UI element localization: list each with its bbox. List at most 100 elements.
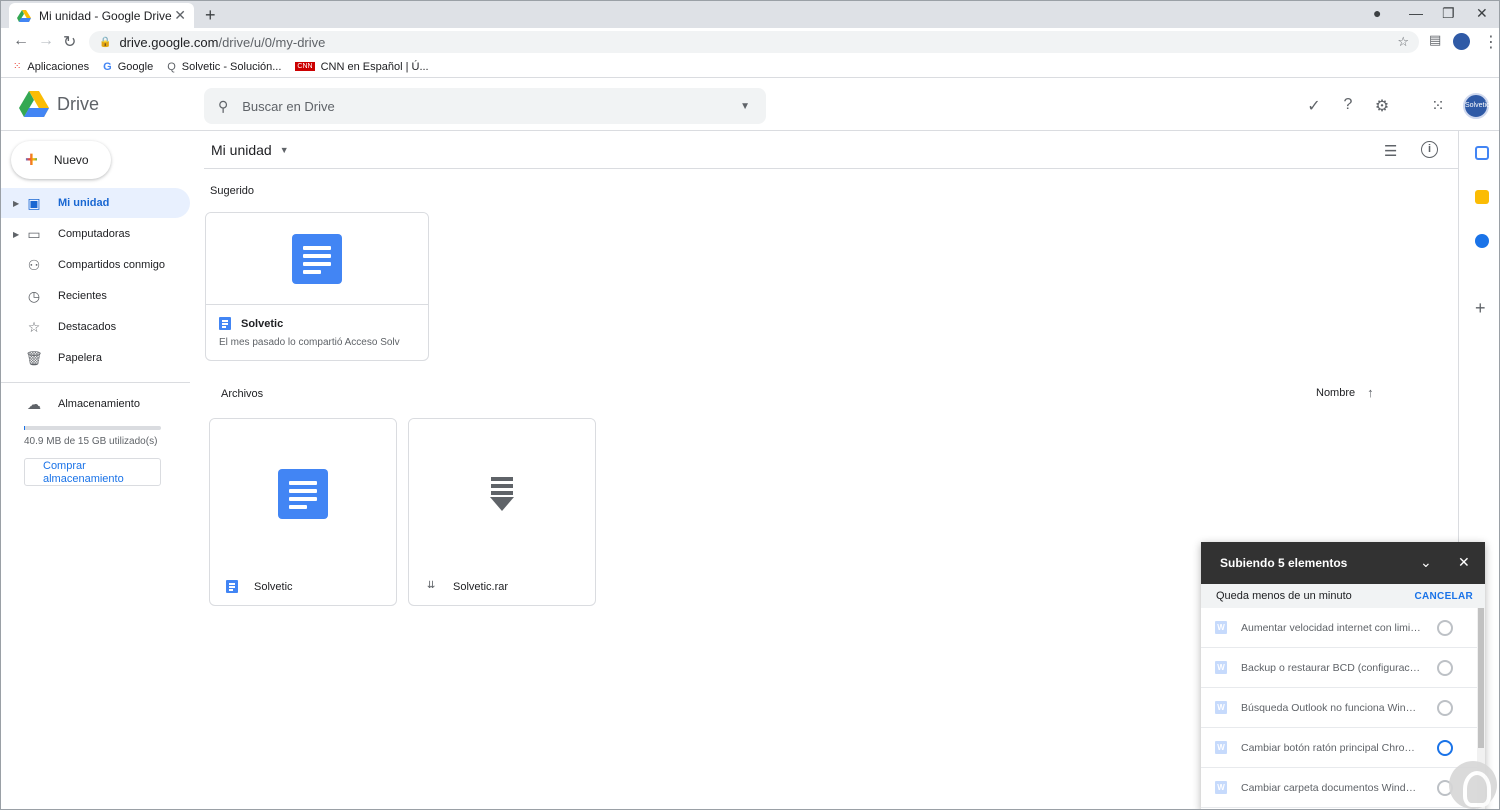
list-view-icon[interactable]: ☰ (1384, 142, 1397, 160)
drive-icon: ▣ (27, 194, 41, 211)
sidebar-item-shared[interactable]: ⚇ Compartidos conmigo (1, 250, 190, 280)
profile-menu-icon[interactable]: ● (1373, 5, 1381, 21)
upload-item[interactable]: W Cambiar botón ratón principal Chrome... (1201, 728, 1485, 768)
suggested-title: Sugerido (210, 185, 255, 197)
expand-caret-icon[interactable]: ▶ (13, 199, 19, 208)
word-doc-icon: W (1215, 661, 1227, 674)
word-doc-icon: W (1215, 701, 1227, 714)
upload-item[interactable]: W Cambiar carpeta documentos Window... (1201, 768, 1485, 808)
clock-icon: ◷ (27, 287, 41, 304)
upload-pending-icon (1437, 659, 1453, 676)
file-card[interactable]: Solvetic (209, 418, 397, 606)
restore-icon[interactable]: ❐ (1442, 5, 1455, 22)
bookmark-solvetic[interactable]: Q Solvetic - Solución... (167, 61, 281, 73)
apps-grid-icon[interactable]: ⁙ (1428, 96, 1448, 116)
sidebar-item-my-drive[interactable]: ▶ ▣ Mi unidad (1, 188, 190, 218)
google-docs-icon (278, 469, 328, 519)
bookmark-label: Google (117, 60, 154, 73)
scrollbar-thumb[interactable] (1478, 608, 1484, 748)
bookmark-apps[interactable]: ⁙ Aplicaciones (13, 61, 89, 73)
search-options-icon[interactable]: ▼ (740, 101, 750, 112)
card-thumbnail (210, 419, 396, 569)
drive-logo[interactable]: Drive (19, 91, 99, 117)
bookmark-label: Solvetic - Solución... (181, 60, 282, 73)
storage-bar-fill (24, 426, 26, 430)
upload-item[interactable]: W Backup o restaurar BCD (configuració... (1201, 648, 1485, 688)
info-icon[interactable]: i (1421, 141, 1438, 158)
page-title: Mi unidad (211, 142, 272, 158)
sidebar-item-label: Recientes (58, 290, 107, 302)
apps-grid-icon: ⁙ (13, 61, 22, 72)
bookmark-google[interactable]: G Google (103, 61, 153, 73)
bookmark-label: CNN en Español | Ú... (320, 60, 429, 73)
close-window-icon[interactable]: ✕ (1476, 5, 1488, 22)
solvetic-icon: Q (167, 60, 176, 73)
new-tab-icon[interactable]: + (205, 5, 216, 26)
word-doc-icon: W (1215, 781, 1227, 794)
chevron-down-icon[interactable]: ⌄ (1420, 554, 1432, 571)
bookmarks-bar: ⁙ Aplicaciones G Google Q Solvetic - Soluci… (1, 56, 1499, 78)
suggested-card[interactable]: Solvetic El mes pasado lo compartió Acce… (205, 212, 429, 361)
close-tab-icon[interactable]: ✕ (174, 7, 186, 24)
upload-pending-icon (1437, 699, 1453, 716)
settings-gear-icon[interactable]: ⚙ (1372, 96, 1392, 116)
upload-item[interactable]: W Búsqueda Outlook no funciona Windo... (1201, 688, 1485, 728)
ready-offline-icon[interactable]: ✓ (1304, 96, 1324, 116)
file-card[interactable]: ⇊ Solvetic.rar (408, 418, 596, 606)
chrome-menu-icon[interactable]: ⋮ (1483, 32, 1499, 52)
forward-icon[interactable]: → (38, 32, 54, 50)
search-icon[interactable]: ⚲ (218, 98, 228, 115)
card-file-name: Solvetic (254, 581, 293, 593)
sidebar-item-label: Compartidos conmigo (58, 259, 165, 271)
browser-tab[interactable]: Mi unidad - Google Drive ✕ (9, 3, 194, 28)
storage-bar (24, 426, 161, 430)
reload-icon[interactable]: ↻ (63, 32, 76, 52)
sidebar-item-storage[interactable]: ☁ Almacenamiento (1, 389, 190, 419)
sidebar-item-label: Almacenamiento (58, 398, 140, 410)
search-box[interactable]: ⚲ Buscar en Drive ▼ (204, 88, 766, 124)
drive-favicon-icon (17, 9, 31, 22)
tasks-icon[interactable] (1475, 234, 1489, 248)
bookmark-cnn[interactable]: CNN CNN en Español | Ú... (295, 60, 429, 73)
new-button[interactable]: + Nuevo (11, 141, 111, 179)
calendar-icon[interactable] (1475, 146, 1489, 160)
computer-icon: ▭ (27, 225, 41, 242)
main-divider (204, 168, 1458, 169)
upload-pending-icon (1437, 619, 1453, 636)
sidebar-item-starred[interactable]: ☆ Destacados (1, 312, 190, 342)
trash-icon: 🗑 (25, 349, 43, 366)
sidebar-item-recent[interactable]: ◷ Recientes (1, 281, 190, 311)
keep-icon[interactable] (1475, 190, 1489, 204)
minimize-icon[interactable]: — (1409, 5, 1423, 21)
account-avatar[interactable]: Solvetic (1463, 93, 1490, 119)
plus-icon: + (25, 147, 38, 172)
upload-item-name: Aumentar velocidad internet con limit... (1241, 621, 1421, 634)
reading-list-icon[interactable]: ▤ (1429, 32, 1441, 48)
star-bookmark-icon[interactable]: ☆ (1397, 34, 1409, 50)
buy-storage-button[interactable]: Comprar almacenamiento (24, 458, 161, 486)
back-icon[interactable]: ← (13, 32, 29, 50)
sidebar-item-computers[interactable]: ▶ ▭ Computadoras (1, 219, 190, 249)
upload-title: Subiendo 5 elementos (1220, 556, 1348, 570)
star-icon: ☆ (27, 318, 41, 335)
card-thumbnail (206, 213, 428, 305)
close-icon[interactable]: ✕ (1458, 554, 1470, 571)
arrow-up-icon: ↑ (1367, 385, 1374, 400)
files-title: Archivos (221, 388, 264, 400)
url-host: drive.google.com (119, 34, 219, 50)
sort-button[interactable]: Nombre ↑ (1316, 385, 1374, 400)
upload-item[interactable]: W Aumentar velocidad internet con limit..… (1201, 608, 1485, 648)
cancel-upload-button[interactable]: CANCELAR (1414, 591, 1473, 602)
help-icon[interactable]: ? (1338, 96, 1358, 116)
tab-title: Mi unidad - Google Drive (39, 8, 172, 23)
sidebar-item-trash[interactable]: 🗑 Papelera (1, 343, 190, 373)
new-button-label: Nuevo (53, 153, 89, 167)
address-bar[interactable]: 🔒 drive.google.com/drive/u/0/my-drive ☆ (89, 31, 1419, 53)
card-file-name: Solvetic (241, 318, 284, 330)
profile-avatar-icon[interactable] (1453, 33, 1470, 50)
search-input[interactable]: Buscar en Drive (242, 99, 740, 114)
doc-type-icon (219, 317, 231, 330)
breadcrumb[interactable]: Mi unidad ▼ (211, 142, 289, 158)
add-addon-icon[interactable]: + (1475, 298, 1486, 319)
expand-caret-icon[interactable]: ▶ (13, 230, 19, 239)
